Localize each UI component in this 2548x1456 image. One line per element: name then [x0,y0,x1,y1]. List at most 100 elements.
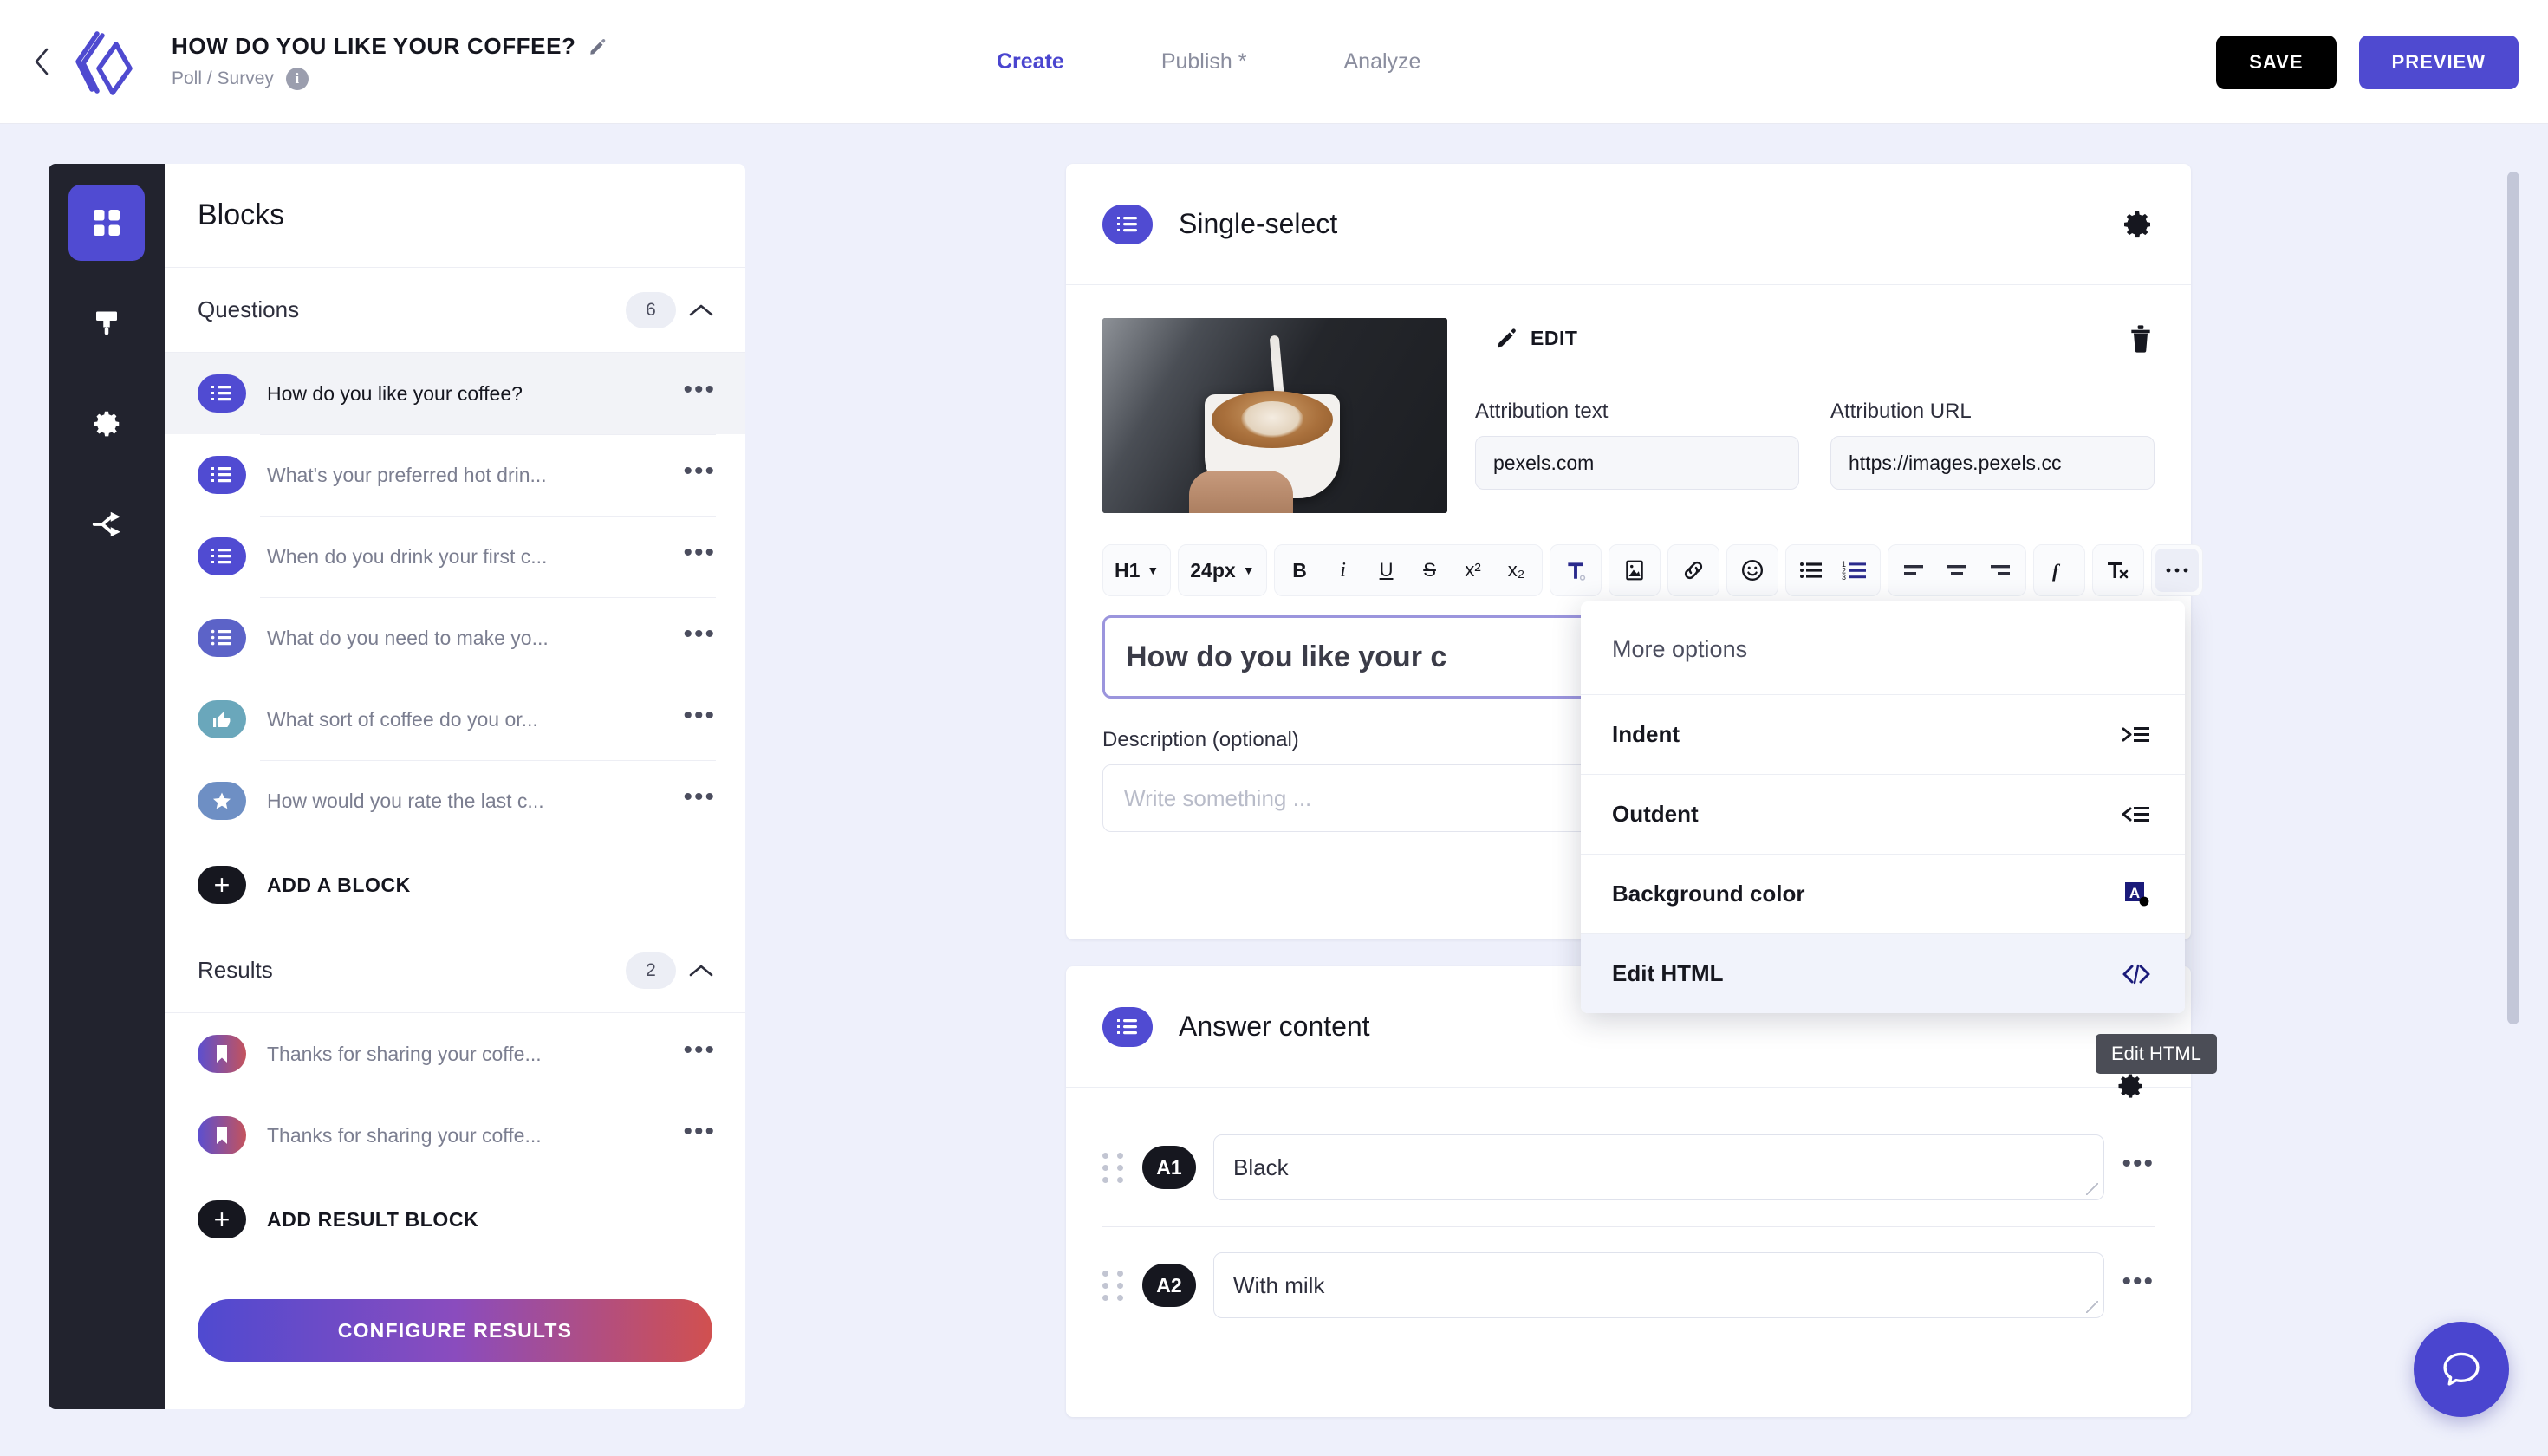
edit-image-button[interactable]: EDIT [1496,327,1577,350]
more-dots-icon[interactable]: ••• [683,1037,716,1063]
resize-handle-icon[interactable] [2086,1183,2099,1195]
block-item-question-3[interactable]: When do you drink your first c... ••• [165,516,745,597]
more-dots-icon[interactable]: ••• [683,1119,716,1145]
blocks-panel-header: Blocks [165,164,745,268]
answer-badge: A1 [1142,1146,1196,1189]
brand-logo-icon[interactable] [64,22,144,101]
answer-card-title: Answer content [1179,1011,1370,1042]
superscript-button[interactable]: x² [1452,549,1495,592]
bold-button[interactable]: B [1278,549,1322,592]
paint-brush-icon [96,311,117,335]
answer-text-input[interactable]: With milk [1213,1252,2105,1318]
drag-handle-icon[interactable] [1102,1150,1125,1185]
tab-analyze[interactable]: Analyze [1344,49,1421,75]
block-item-result-2[interactable]: Thanks for sharing your coffe... ••• [165,1095,745,1176]
more-dots-icon[interactable]: ••• [2122,1151,2155,1177]
block-item-question-4[interactable]: What do you need to make yo... ••• [165,597,745,679]
add-a-block-button[interactable]: + ADD A BLOCK [165,842,745,928]
align-right-button[interactable] [1979,549,2022,592]
more-dots-icon[interactable]: ••• [683,703,716,729]
results-collapse-toggle[interactable] [686,956,716,985]
indent-icon [2119,718,2154,752]
answer-text-input[interactable]: Black [1213,1134,2105,1200]
question-image[interactable] [1102,318,1447,513]
top-actions: SAVE PREVIEW [2216,0,2519,124]
subscript-button[interactable]: x₂ [1495,549,1538,592]
align-center-button[interactable] [1935,549,1979,592]
add-result-block-label: ADD RESULT BLOCK [267,1207,479,1231]
more-dots-icon[interactable]: ••• [683,540,716,566]
resize-handle-icon[interactable] [2086,1301,2099,1313]
strikethrough-button[interactable]: S [1408,549,1452,592]
image-icon [1625,560,1643,581]
rail-item-blocks[interactable] [68,185,145,261]
chat-support-button[interactable] [2414,1322,2509,1417]
bullet-list-button[interactable] [1790,549,1833,592]
attribution-row: Attribution text Attribution URL [1475,400,2155,490]
align-group [1887,544,2026,596]
underline-button[interactable]: U [1365,549,1408,592]
more-dots-icon[interactable]: ••• [683,458,716,484]
tab-create[interactable]: Create [997,49,1064,75]
menu-item-indent[interactable]: Indent [1581,694,2185,774]
block-item-question-2[interactable]: What's your preferred hot drin... ••• [165,434,745,516]
insert-group [1608,544,1661,596]
attribution-url-input[interactable] [1830,436,2155,490]
block-item-label: What's your preferred hot drin... [267,463,547,486]
chevron-left-icon [35,48,49,75]
more-dots-icon[interactable]: ••• [683,377,716,403]
attribution-text-group: Attribution text [1475,400,1799,490]
block-item-question-6[interactable]: How would you rate the last c... ••• [165,760,745,842]
save-button[interactable]: SAVE [2216,35,2337,89]
rail-item-design[interactable] [68,285,145,361]
question-text-value: How do you like your c [1126,640,1447,673]
code-brackets-icon [2119,957,2154,991]
heading-select[interactable]: H1 ▼ [1107,549,1167,592]
preview-button[interactable]: PREVIEW [2358,35,2519,89]
questions-section-label: Questions [198,296,300,322]
vertical-scrollbar[interactable] [2507,172,2519,1024]
attribution-text-input[interactable] [1475,436,1799,490]
block-item-question-5[interactable]: What sort of coffee do you or... ••• [165,679,745,760]
results-section-header[interactable]: Results 2 [165,928,745,1013]
questions-collapse-toggle[interactable] [686,296,716,325]
menu-item-edit-html[interactable]: Edit HTML [1581,933,2185,1013]
numbered-list-button[interactable]: 1 2 3 [1833,549,1876,592]
pencil-icon[interactable] [588,37,608,56]
info-icon[interactable]: i [285,68,309,90]
more-dots-icon[interactable]: ••• [683,784,716,810]
configure-results-button[interactable]: CONFIGURE RESULTS [198,1299,712,1362]
font-size-select[interactable]: 24px ▼ [1182,549,1262,592]
trash-icon[interactable] [2127,322,2155,354]
formula-button[interactable]: f [2038,549,2081,592]
align-center-icon [1947,565,1966,575]
answer-rows: A1 Black ••• A2 With milk ••• [1066,1088,2191,1344]
add-result-block-button[interactable]: + ADD RESULT BLOCK [165,1176,745,1263]
questions-section-header[interactable]: Questions 6 [165,268,745,353]
block-item-result-1[interactable]: Thanks for sharing your coffe... ••• [165,1013,745,1095]
block-item-label: Thanks for sharing your coffe... [267,1123,542,1147]
menu-item-outdent[interactable]: Outdent [1581,774,2185,854]
more-dots-icon[interactable]: ••• [2122,1269,2155,1295]
emoji-button[interactable] [1731,549,1774,592]
menu-item-background-color[interactable]: Background color A [1581,854,2185,933]
more-options-button[interactable] [2155,549,2199,592]
edit-image-label: EDIT [1531,326,1578,349]
rail-item-settings[interactable] [68,386,145,462]
align-left-button[interactable] [1892,549,1935,592]
drag-handle-icon[interactable] [1102,1268,1125,1303]
insert-image-button[interactable] [1613,549,1656,592]
text-color-button[interactable] [1554,549,1597,592]
back-button[interactable] [29,44,55,79]
block-item-question-1[interactable]: How do you like your coffee? ••• [165,353,745,434]
more-dots-icon[interactable]: ••• [683,621,716,647]
clear-formatting-button[interactable] [2096,549,2140,592]
list-single-select-icon [198,374,246,413]
gear-icon[interactable] [2120,207,2155,242]
answer-card-settings-gear-icon[interactable] [2115,1070,2146,1102]
link-button[interactable] [1672,549,1715,592]
tab-publish[interactable]: Publish * [1161,49,1247,75]
question-card-header: Single-select [1066,164,2191,285]
rail-item-share[interactable] [68,486,145,562]
italic-button[interactable]: i [1322,549,1365,592]
